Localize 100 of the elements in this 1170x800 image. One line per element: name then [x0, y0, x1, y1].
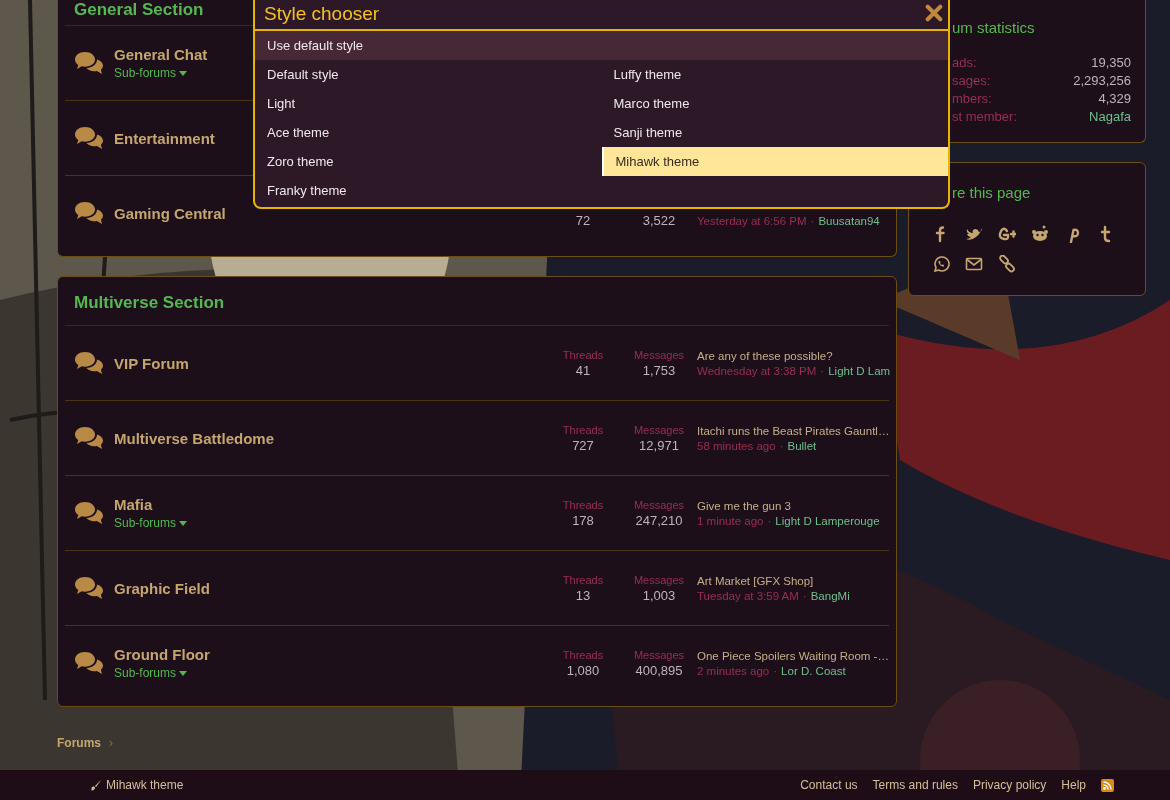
- link-icon[interactable]: [998, 255, 1016, 273]
- style-option[interactable]: Light: [255, 89, 602, 118]
- username-link[interactable]: Nagafa: [1089, 109, 1131, 124]
- message-count: 1,753: [642, 362, 676, 378]
- stat-label: Messages: [633, 648, 685, 661]
- stat-label: Threads: [562, 348, 604, 361]
- stat-label: mbers:: [952, 91, 992, 106]
- style-option[interactable]: Use default style: [255, 31, 948, 60]
- stat-label: Messages: [633, 498, 685, 511]
- style-option[interactable]: Zoro theme: [255, 147, 602, 176]
- forum-title[interactable]: Multiverse Battledome: [114, 429, 275, 447]
- username-link[interactable]: Bullet: [787, 439, 817, 452]
- forum-title[interactable]: Gaming Central: [114, 204, 226, 222]
- stat-label: Threads: [562, 423, 604, 436]
- separator-dot: ·: [820, 364, 825, 377]
- footer-link[interactable]: Privacy policy: [972, 778, 1047, 792]
- separator-dot: ·: [773, 664, 778, 677]
- dialog-title: Style chooser: [264, 2, 380, 25]
- separator-dot: ·: [802, 589, 807, 602]
- post-time: 58 minutes ago: [697, 439, 776, 452]
- chat-bubbles-icon: [74, 576, 104, 600]
- card-title: re this page: [951, 184, 1032, 201]
- stat-label: sages:: [952, 73, 991, 88]
- breadcrumb-link[interactable]: Forums: [57, 736, 101, 750]
- chat-bubbles-icon: [74, 201, 104, 225]
- stat-label: Messages: [633, 348, 685, 361]
- latest-thread-link[interactable]: Art Market [GFX Shop]: [697, 574, 889, 587]
- style-option[interactable]: Luffy theme: [601, 60, 948, 89]
- stat-label: st member:: [952, 109, 1017, 124]
- caret-icon: [179, 670, 188, 676]
- thread-count: 178: [572, 512, 594, 528]
- forum-title[interactable]: Graphic Field: [114, 579, 210, 597]
- chat-bubbles-icon: [74, 351, 104, 375]
- username-link[interactable]: Buusatan94: [818, 215, 880, 227]
- separator-dot: ·: [767, 514, 772, 527]
- thread-count: 41: [575, 362, 591, 378]
- post-time: 1 minute ago: [697, 514, 764, 527]
- rss-icon[interactable]: [1101, 778, 1114, 792]
- message-count: 400,895: [635, 662, 683, 678]
- stat-label: Threads: [562, 498, 604, 511]
- close-icon[interactable]: [924, 3, 944, 24]
- stat-label: ads:: [952, 55, 977, 70]
- caret-icon: [179, 70, 188, 76]
- thread-count: 1,080: [566, 662, 600, 678]
- breadcrumb-separator: ›: [109, 736, 113, 750]
- footer-link[interactable]: Contact us: [800, 778, 858, 792]
- message-count: 3,522: [642, 213, 676, 228]
- style-option[interactable]: Franky theme: [255, 176, 602, 205]
- username-link[interactable]: Lor D. Coast: [781, 664, 846, 677]
- thread-count: 13: [575, 587, 591, 603]
- latest-thread-link[interactable]: Are any of these possible?: [697, 349, 889, 362]
- stat-label: Threads: [562, 648, 604, 661]
- forum-title[interactable]: Entertainment: [114, 129, 215, 147]
- forum-title[interactable]: Mafia: [114, 496, 153, 513]
- section-title[interactable]: Multiverse Section: [65, 277, 889, 326]
- forum-title[interactable]: VIP Forum: [114, 354, 189, 372]
- latest-thread-link[interactable]: One Piece Spoilers Waiting Room -…: [697, 649, 889, 662]
- google-plus-icon[interactable]: [998, 225, 1016, 243]
- thread-count: 72: [575, 213, 591, 228]
- style-option[interactable]: Mihawk theme: [601, 147, 948, 176]
- reddit-icon[interactable]: [1031, 225, 1049, 243]
- stat-label: Messages: [633, 423, 685, 436]
- chat-bubbles-icon: [74, 501, 104, 525]
- stat-value: 4,329: [1098, 91, 1131, 106]
- sub-forums-link[interactable]: Sub-forums: [114, 516, 188, 530]
- footer-link[interactable]: Terms and rules: [872, 778, 958, 792]
- latest-thread-link[interactable]: Itachi runs the Beast Pirates Gauntl…: [697, 424, 889, 437]
- caret-icon: [179, 520, 188, 526]
- post-time: Tuesday at 3:59 AM: [697, 589, 799, 602]
- thread-count: 727: [572, 437, 594, 453]
- whatsapp-icon[interactable]: [932, 255, 950, 273]
- message-count: 247,210: [635, 512, 683, 528]
- message-count: 12,971: [639, 437, 679, 453]
- chat-bubbles-icon: [74, 426, 104, 450]
- username-link[interactable]: BangMi: [810, 589, 850, 602]
- chat-bubbles-icon: [74, 651, 104, 675]
- separator-dot: ·: [810, 215, 815, 227]
- username-link[interactable]: Light D Lamperouge: [775, 514, 880, 527]
- sub-forums-link[interactable]: Sub-forums: [114, 666, 188, 680]
- forum-title[interactable]: General Chat: [114, 46, 208, 63]
- stat-value: 19,350: [1091, 55, 1131, 70]
- card-title: um statistics: [951, 19, 1036, 36]
- email-icon[interactable]: [965, 255, 983, 273]
- style-option[interactable]: Sanji theme: [601, 118, 948, 147]
- message-count: 1,003: [642, 587, 676, 603]
- footer-link[interactable]: Help: [1061, 778, 1086, 792]
- post-time: 2 minutes ago: [697, 664, 770, 677]
- forum-title[interactable]: Ground Floor: [114, 646, 210, 663]
- post-time: Wednesday at 3:38 PM: [697, 364, 817, 377]
- sub-forums-link[interactable]: Sub-forums: [114, 66, 188, 80]
- style-chooser-link[interactable]: Mihawk theme: [90, 778, 184, 792]
- style-option[interactable]: Marco theme: [601, 89, 948, 118]
- chat-bubbles-icon: [74, 51, 104, 75]
- username-link[interactable]: Light D Lam: [828, 364, 891, 377]
- latest-thread-link[interactable]: Give me the gun 3: [697, 499, 889, 512]
- stat-value: 2,293,256: [1073, 73, 1131, 88]
- style-option[interactable]: Default style: [255, 60, 602, 89]
- style-option[interactable]: Ace theme: [255, 118, 602, 147]
- stat-label: Messages: [633, 573, 685, 586]
- chat-bubbles-icon: [74, 126, 104, 150]
